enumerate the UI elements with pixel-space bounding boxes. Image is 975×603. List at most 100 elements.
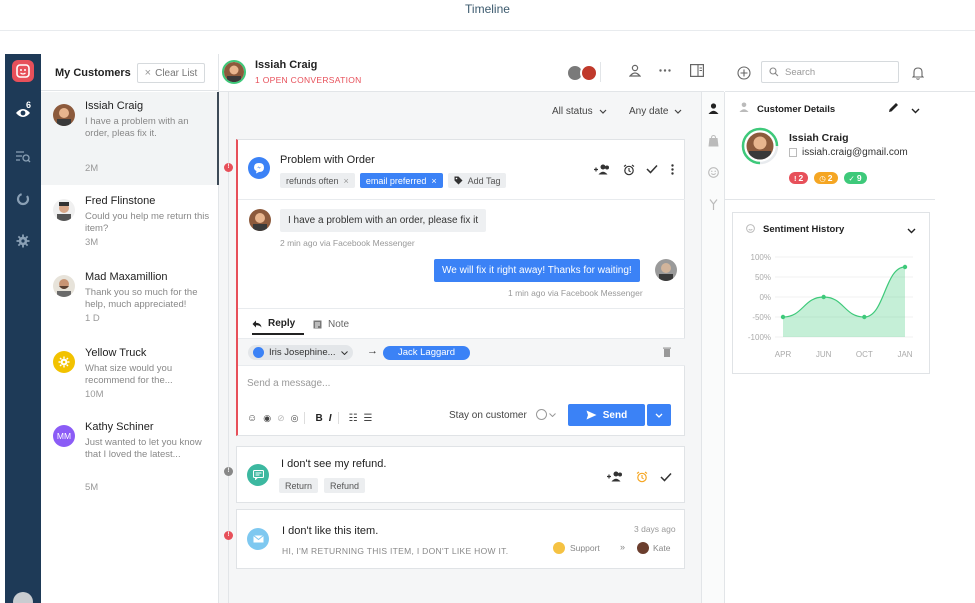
user-avatar[interactable] — [13, 592, 33, 603]
assign-users-icon[interactable] — [594, 164, 610, 178]
customer-time: 10M — [85, 389, 104, 400]
nav-eye-icon[interactable] — [5, 98, 41, 128]
customer-name: Mad Maxamillion — [85, 271, 168, 283]
conversation-card-dislike[interactable]: I don't like this item. HI, I'M RETURNIN… — [236, 509, 685, 569]
chart-x-tick-label: APR — [775, 350, 792, 359]
status-filter[interactable]: All status — [552, 106, 607, 117]
customer-avatar — [249, 209, 271, 231]
window-caption: Timeline — [465, 2, 510, 16]
chart-title: Sentiment History — [763, 224, 845, 235]
emoji-icon[interactable]: ☺ — [247, 413, 257, 424]
resolve-check-icon[interactable] — [660, 472, 672, 485]
customer-person-icon[interactable] — [708, 103, 719, 117]
edit-pencil-icon[interactable] — [888, 102, 899, 116]
send-button[interactable]: Send — [568, 404, 645, 426]
bell-icon[interactable] — [911, 66, 925, 83]
chevron-down-icon — [340, 350, 348, 355]
conversation-title: Problem with Order — [280, 154, 375, 166]
customer-name: Issiah Craig — [85, 100, 144, 112]
agent-avatar[interactable] — [580, 64, 598, 82]
tag-refunds-often[interactable]: refunds often × — [280, 173, 355, 188]
snooze-alarm-icon[interactable] — [636, 471, 648, 486]
customer-list: My Customers × Clear List Issiah Craig I… — [41, 54, 219, 603]
left-nav: 6 — [5, 54, 41, 603]
nav-refresh-icon[interactable] — [5, 184, 41, 214]
link-icon[interactable]: ⊘ — [277, 413, 285, 424]
arrow-right-icon: → — [367, 345, 378, 357]
customer-list-title: My Customers — [55, 67, 131, 79]
italic-icon[interactable]: I — [329, 413, 332, 424]
customer-item-kathy[interactable]: MM Kathy Schiner Just wanted to let you … — [41, 413, 219, 503]
divider — [238, 199, 685, 200]
tab-reply[interactable]: Reply — [252, 318, 295, 329]
to-agent-chip[interactable]: Jack Laggard — [383, 346, 470, 360]
tag-icon — [454, 176, 463, 185]
nav-filter-search-icon[interactable] — [5, 142, 41, 172]
close-icon: × — [144, 67, 152, 79]
preview-icon[interactable]: ◎ — [291, 413, 299, 424]
add-tag-button[interactable]: Add Tag — [447, 173, 507, 188]
bullet-list-icon[interactable]: ☰ — [363, 413, 372, 424]
reply-icon — [252, 320, 262, 327]
toggle-icon — [536, 409, 547, 420]
send-options-button[interactable] — [647, 404, 671, 426]
tab-active-indicator — [252, 333, 304, 335]
messenger-icon — [253, 347, 264, 358]
close-icon: × — [343, 175, 349, 186]
nav-settings-gear-icon[interactable] — [5, 226, 41, 256]
customer-item-mad[interactable]: Mad Maxamillion Thank you so much for th… — [41, 263, 219, 339]
customer-item-fred[interactable]: Fred Flinstone Could you help me return … — [41, 187, 219, 263]
media-icon[interactable]: ◉ — [263, 413, 271, 424]
tag-email-preferred[interactable]: email preferred × — [359, 173, 443, 188]
details-email[interactable]: issiah.craig@gmail.com — [789, 147, 908, 158]
shopify-icon[interactable] — [708, 134, 719, 150]
customer-avatar — [53, 104, 75, 126]
panel-toggle-icon[interactable] — [690, 64, 704, 77]
double-chevron-right-icon: » — [620, 542, 626, 552]
merge-icon[interactable] — [708, 199, 719, 213]
date-filter[interactable]: Any date — [629, 106, 682, 117]
add-circle-icon[interactable] — [737, 66, 751, 83]
chevron-down-icon[interactable] — [911, 105, 920, 117]
customer-item-yellow[interactable]: Yellow Truck What size would you recomme… — [41, 339, 219, 415]
customer-avatar — [53, 199, 75, 221]
customer-message: I have a problem with an order, pleas fi… — [85, 116, 189, 139]
conversation-title: I don't see my refund. — [281, 458, 387, 470]
open-conversation-count[interactable]: 1 OPEN CONVERSATION — [255, 75, 362, 85]
resolve-check-icon[interactable] — [646, 164, 658, 177]
tag-refund[interactable]: Refund — [324, 478, 366, 493]
assigned-agent[interactable]: Kate — [637, 542, 671, 554]
conversation-header: Issiah Craig 1 OPEN CONVERSATION — [219, 54, 724, 92]
customer-name: Fred Flinstone — [85, 195, 156, 207]
conversation-card-refund[interactable]: I don't see my refund. Return Refund — [236, 446, 685, 503]
tag-return[interactable]: Return — [279, 478, 319, 493]
search-input[interactable]: Search — [761, 61, 899, 83]
tab-note[interactable]: Note — [313, 319, 349, 330]
customer-header-avatar[interactable] — [222, 60, 246, 84]
alarm-icon: ◷ — [819, 173, 826, 183]
gear-icon — [53, 351, 75, 373]
more-icon[interactable] — [659, 69, 671, 72]
customer-avatar — [53, 275, 75, 297]
chart-x-tick-label: JUN — [816, 350, 832, 359]
snooze-alarm-icon[interactable] — [623, 164, 635, 179]
numbered-list-icon[interactable]: ☷ — [349, 413, 358, 424]
message-input[interactable]: Send a message... — [247, 378, 330, 389]
bold-icon[interactable]: B — [315, 413, 322, 424]
sentiment-smile-icon[interactable] — [708, 167, 719, 181]
more-vertical-icon[interactable] — [671, 164, 674, 178]
assign-users-icon[interactable] — [607, 471, 623, 485]
from-selector[interactable]: Iris Josephine... — [248, 345, 353, 360]
logo-icon — [12, 60, 34, 82]
trash-icon[interactable] — [663, 347, 671, 360]
person-icon[interactable] — [629, 64, 641, 77]
clear-list-button[interactable]: × Clear List — [137, 63, 205, 83]
customer-item-issiah[interactable]: Issiah Craig I have a problem with an or… — [41, 92, 219, 185]
chart-y-tick-label: 100% — [751, 253, 771, 262]
outgoing-message-meta: 1 min ago via Facebook Messenger — [508, 288, 643, 298]
sentiment-chart: 100% 50% 0% -50% -100% APR JUN OCT JAN — [748, 253, 913, 359]
stay-on-customer-toggle[interactable] — [536, 409, 556, 420]
chevron-down-icon — [655, 413, 663, 418]
chevron-down-icon[interactable] — [907, 225, 916, 237]
divider — [337, 412, 339, 424]
